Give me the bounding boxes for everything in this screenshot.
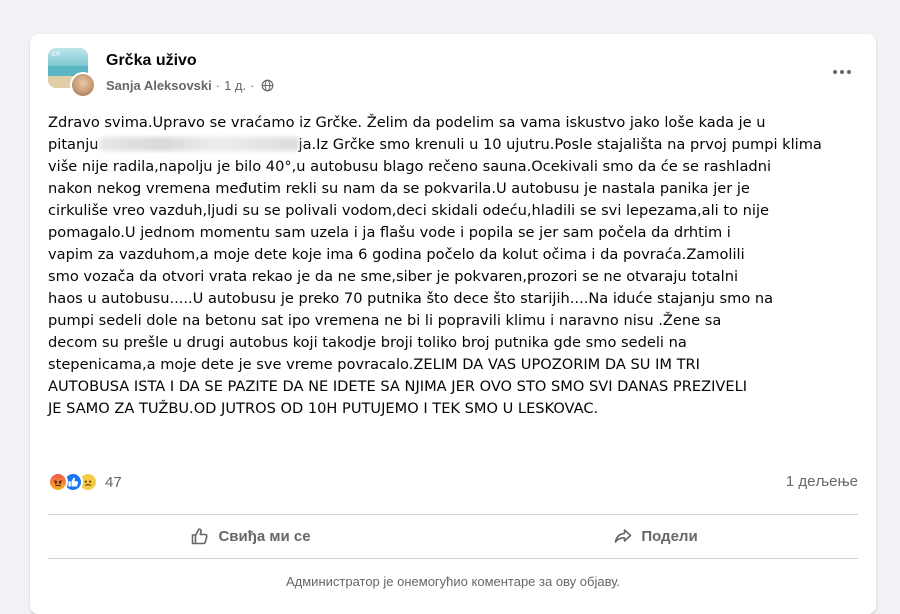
post-line: vapim za vazduhom,a moje dete koje ima 6…: [48, 246, 745, 263]
divider: [48, 514, 858, 515]
post-line: nakon nekog vremena međutim rekli su nam…: [48, 180, 750, 197]
share-button-label: Подели: [641, 527, 698, 545]
reaction-count[interactable]: 47: [105, 474, 122, 491]
meta-separator-2: ·: [250, 78, 255, 93]
reactions-summary[interactable]: 47: [48, 472, 122, 492]
post-line: pitanju ja.Iz Grčke smo krenuli u 10 ujut…: [48, 134, 860, 156]
avatar-group[interactable]: GR: [48, 48, 96, 98]
thumbs-up-icon: [192, 528, 209, 545]
post-line-part: ja.Iz Grčke smo krenuli u 10 ujutru.Posl…: [298, 136, 822, 153]
share-arrow-icon: [615, 529, 632, 543]
comments-disabled-notice: Администратор је онемогућио коментаре за…: [285, 574, 621, 589]
post-header: GR Grčka uživo Sanja Aleksovski · 1 д. ·: [48, 48, 858, 100]
group-name-link[interactable]: Grčka uživo: [106, 52, 197, 70]
post-meta: Sanja Aleksovski · 1 д. ·: [106, 78, 274, 93]
group-avatar-label: GR: [51, 51, 61, 58]
post-line: haos u autobusu.....U autobusu je preko …: [48, 290, 774, 307]
share-count-link[interactable]: 1 дељење: [786, 473, 858, 490]
more-options-icon[interactable]: [826, 62, 858, 82]
share-button[interactable]: Подели: [453, 518, 858, 554]
post-line: JE SAMO ZA TUŽBU.OD JUTROS OD 10H PUTUJE…: [48, 400, 599, 417]
post-line: više nije radila,napolju je bilo 40°,u a…: [48, 158, 771, 175]
post-line: pomagalo.U jednom momentu sam uzela i ja…: [48, 224, 731, 241]
post-line: decom su prešle u drugi autobus koji tak…: [48, 334, 687, 351]
post-line: Zdravo svima.Upravo se vraćamo iz Grčke.…: [48, 114, 766, 131]
action-bar: Свиђа ми се Подели: [48, 518, 858, 554]
angry-reaction-icon: [48, 472, 68, 492]
redacted-name-blur: [98, 137, 299, 151]
meta-separator: ·: [215, 78, 221, 93]
like-button[interactable]: Свиђа ми се: [48, 518, 453, 554]
post-line: cirkuliše vreo vazduh,ljudi su se poliva…: [48, 202, 770, 219]
author-name-link[interactable]: Sanja Aleksovski: [106, 78, 212, 93]
post-line-part: pitanju: [48, 136, 99, 153]
post-line: pumpi sedeli dole na betonu sat ipo vrem…: [48, 312, 722, 329]
post-timestamp-link[interactable]: 1 д.: [224, 78, 246, 93]
globe-icon[interactable]: [261, 79, 274, 92]
author-avatar[interactable]: [70, 72, 96, 98]
post-line: AUTOBUSA ISTA I DA SE PAZITE DA NE IDETE…: [48, 378, 748, 395]
like-button-label: Свиђа ми се: [218, 527, 311, 545]
post-line: smo vozača da otvori vrata rekao je da n…: [48, 268, 738, 285]
post-card: GR Grčka uživo Sanja Aleksovski · 1 д. ·…: [30, 34, 876, 614]
post-stats: 47 1 дељење: [48, 470, 858, 494]
post-line: stepenicama,a moje dete je sve vreme pov…: [48, 356, 700, 373]
post-body: Zdravo svima.Upravo se vraćamo iz Grčke.…: [48, 112, 860, 420]
divider: [48, 558, 858, 559]
